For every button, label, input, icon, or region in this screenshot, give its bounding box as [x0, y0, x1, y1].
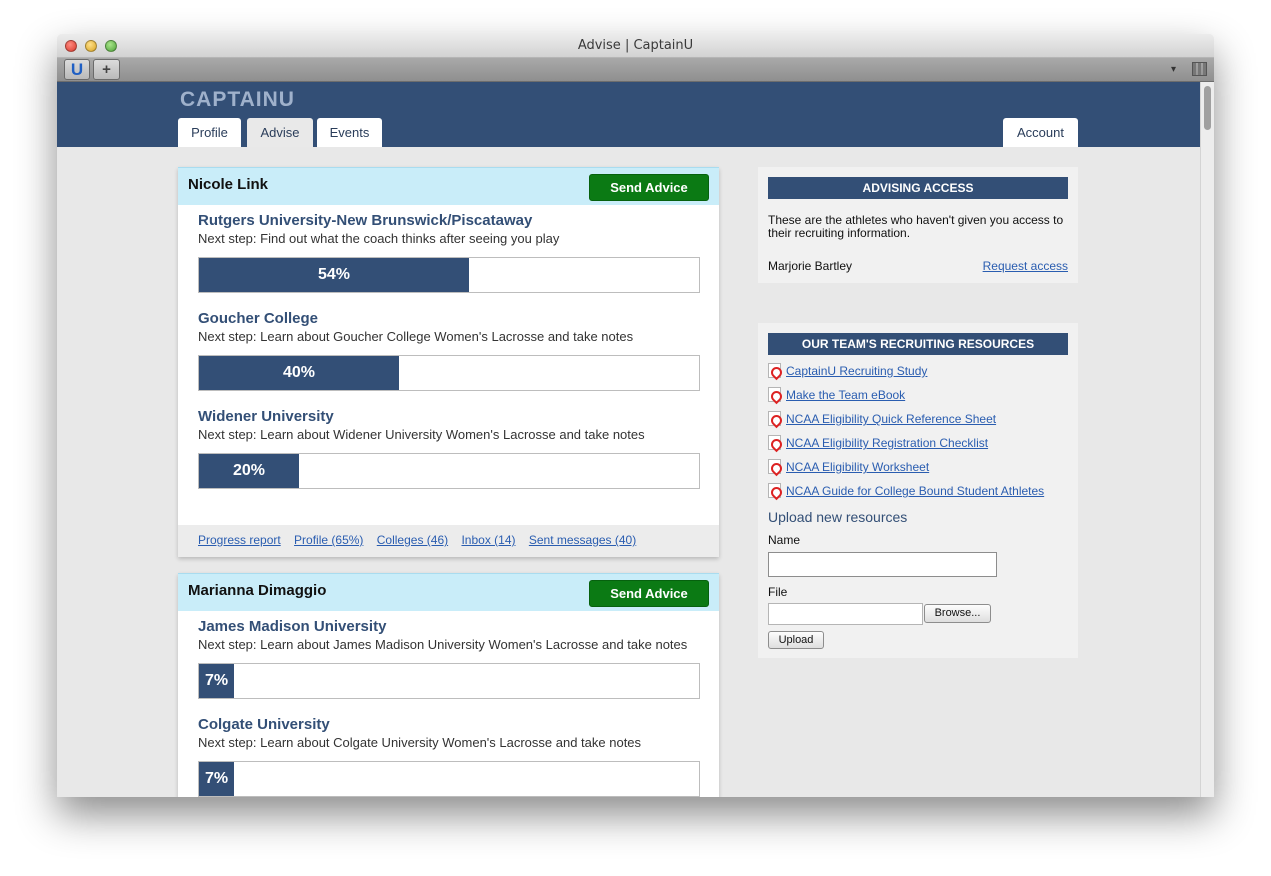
- page-viewport[interactable]: CAPTAINU Profile Advise Events Account N…: [57, 82, 1200, 797]
- file-label: File: [768, 585, 788, 599]
- browser-window: Advise | CaptainU U + ▾ CAPTAINU Profile…: [57, 34, 1214, 797]
- upload-button[interactable]: Upload: [768, 631, 824, 649]
- sent-messages-link[interactable]: Sent messages (40): [529, 533, 636, 547]
- profile-link[interactable]: Profile (65%): [294, 533, 363, 547]
- pdf-icon: [768, 363, 781, 378]
- nav-tab-events[interactable]: Events: [317, 118, 382, 147]
- college-name[interactable]: Goucher College: [198, 310, 699, 327]
- resource-item: Make the Team eBook: [768, 387, 1068, 403]
- nav-tab-profile[interactable]: Profile: [178, 118, 241, 147]
- resource-item: CaptainU Recruiting Study: [768, 363, 1068, 379]
- nav-tab-account[interactable]: Account: [1003, 118, 1078, 147]
- inbox-link[interactable]: Inbox (14): [461, 533, 515, 547]
- request-access-link[interactable]: Request access: [983, 259, 1068, 273]
- scrollbar-thumb[interactable]: [1204, 86, 1211, 130]
- next-step-text: Next step: Learn about James Madison Uni…: [198, 637, 688, 652]
- browse-button[interactable]: Browse...: [924, 604, 991, 623]
- college-item: Colgate University Next step: Learn abou…: [178, 709, 719, 797]
- pdf-icon: [768, 459, 781, 474]
- college-item: Widener University Next step: Learn abou…: [178, 401, 719, 499]
- athlete-name: Nicole Link: [188, 176, 269, 193]
- next-step-text: Next step: Learn about Widener Universit…: [198, 427, 645, 442]
- pdf-icon: [768, 411, 781, 426]
- college-item: Rutgers University-New Brunswick/Piscata…: [178, 205, 719, 303]
- file-picker: Browse...: [768, 603, 1068, 625]
- progress-report-link[interactable]: Progress report: [198, 533, 281, 547]
- progress-fill: 40%: [199, 356, 399, 390]
- site-header: CAPTAINU Profile Advise Events Account: [57, 82, 1200, 147]
- progress-fill: 20%: [199, 454, 299, 488]
- title-bar: Advise | CaptainU: [57, 34, 1214, 58]
- site-logo[interactable]: CAPTAINU: [180, 88, 295, 112]
- send-advice-button[interactable]: Send Advice: [589, 174, 709, 201]
- access-request-row: Marjorie Bartley Request access: [768, 259, 1068, 273]
- college-item: James Madison University Next step: Lear…: [178, 611, 719, 709]
- resource-link[interactable]: Make the Team eBook: [786, 388, 905, 402]
- progress-bar: 54%: [198, 257, 700, 293]
- resource-link[interactable]: NCAA Guide for College Bound Student Ath…: [786, 484, 1044, 498]
- vertical-scrollbar[interactable]: [1200, 82, 1214, 797]
- captainu-tab-button[interactable]: U: [64, 59, 90, 80]
- advising-access-panel: ADVISING ACCESS These are the athletes w…: [758, 167, 1078, 283]
- progress-fill: 54%: [199, 258, 469, 292]
- resource-link[interactable]: NCAA Eligibility Registration Checklist: [786, 436, 988, 450]
- college-name[interactable]: Rutgers University-New Brunswick/Piscata…: [198, 212, 699, 229]
- athlete-card-header: Nicole Link Send Advice: [178, 167, 719, 205]
- college-name[interactable]: Widener University: [198, 408, 699, 425]
- file-path-field[interactable]: [768, 603, 923, 625]
- college-name[interactable]: Colgate University: [198, 716, 699, 733]
- resource-item: NCAA Eligibility Worksheet: [768, 459, 1068, 475]
- upload-resources-heading: Upload new resources: [768, 509, 908, 525]
- colleges-link[interactable]: Colleges (46): [377, 533, 448, 547]
- resource-item: NCAA Guide for College Bound Student Ath…: [768, 483, 1068, 499]
- pdf-icon: [768, 387, 781, 402]
- next-step-text: Next step: Find out what the coach think…: [198, 231, 560, 246]
- athlete-card: Nicole Link Send Advice Rutgers Universi…: [178, 167, 719, 557]
- new-tab-button[interactable]: +: [93, 59, 120, 80]
- advising-access-text: These are the athletes who haven't given…: [768, 213, 1064, 240]
- window-title: Advise | CaptainU: [577, 38, 694, 53]
- dropdown-arrow-icon[interactable]: ▾: [1171, 64, 1176, 75]
- recruiting-resources-panel: OUR TEAM'S RECRUITING RESOURCES CaptainU…: [758, 323, 1078, 658]
- progress-bar: 7%: [198, 663, 700, 699]
- progress-fill: 7%: [199, 664, 234, 698]
- athlete-card-header: Marianna Dimaggio Send Advice: [178, 573, 719, 611]
- tab-overview-icon[interactable]: [1192, 62, 1207, 76]
- resource-link[interactable]: NCAA Eligibility Worksheet: [786, 460, 929, 474]
- college-name[interactable]: James Madison University: [198, 618, 699, 635]
- progress-fill: 7%: [199, 762, 234, 796]
- resource-item: NCAA Eligibility Registration Checklist: [768, 435, 1068, 451]
- name-label: Name: [768, 533, 801, 547]
- resources-title: OUR TEAM'S RECRUITING RESOURCES: [768, 333, 1068, 355]
- send-advice-button[interactable]: Send Advice: [589, 580, 709, 607]
- athlete-name: Marianna Dimaggio: [188, 582, 327, 599]
- progress-bar: 20%: [198, 453, 700, 489]
- next-step-text: Next step: Learn about Colgate Universit…: [198, 735, 642, 750]
- nav-tab-advise[interactable]: Advise: [247, 118, 313, 147]
- pdf-icon: [768, 435, 781, 450]
- browser-tab-strip: U + ▾: [57, 58, 1214, 82]
- resource-link[interactable]: NCAA Eligibility Quick Reference Sheet: [786, 412, 996, 426]
- next-step-text: Next step: Learn about Goucher College W…: [198, 329, 634, 344]
- pdf-icon: [768, 483, 781, 498]
- advising-access-title: ADVISING ACCESS: [768, 177, 1068, 199]
- progress-bar: 7%: [198, 761, 700, 797]
- athlete-card-footer: Progress report Profile (65%) Colleges (…: [178, 525, 719, 557]
- resource-name-input[interactable]: [768, 552, 997, 577]
- resource-item: NCAA Eligibility Quick Reference Sheet: [768, 411, 1068, 427]
- access-athlete-name: Marjorie Bartley: [768, 259, 853, 273]
- college-item: Goucher College Next step: Learn about G…: [178, 303, 719, 401]
- athlete-card: Marianna Dimaggio Send Advice James Madi…: [178, 573, 719, 797]
- resource-link[interactable]: CaptainU Recruiting Study: [786, 364, 927, 378]
- progress-bar: 40%: [198, 355, 700, 391]
